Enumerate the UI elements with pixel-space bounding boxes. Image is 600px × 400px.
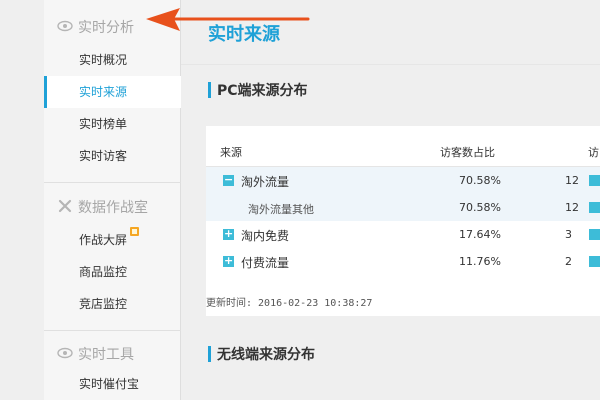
row-visitor-share: 70.58% [459, 174, 501, 187]
sidebar-group-title: 实时分析 [78, 20, 134, 36]
sidebar: 实时分析 实时概况 实时来源 实时榜单 实时访客 数据作战室 作战大屏 商品监控… [0, 0, 181, 400]
sidebar-item-label: 作战大屏 [79, 233, 128, 247]
row-share-bar [589, 256, 600, 267]
sidebar-group-title: 实时工具 [78, 347, 134, 363]
title-divider [181, 64, 600, 65]
row-visitor-count: 12 [565, 174, 579, 187]
page-title: 实时来源 [208, 24, 280, 45]
sidebar-divider [44, 330, 181, 331]
wireless-section-title: 无线端来源分布 [217, 347, 315, 363]
sidebar-divider [44, 182, 181, 183]
sidebar-item-competitor-monitor[interactable]: 竞店监控 [44, 288, 181, 320]
row-share-bar [589, 202, 600, 213]
sidebar-group-realtime-tools[interactable]: 实时工具 [0, 339, 181, 367]
sidebar-item-realtime-ranking[interactable]: 实时榜单 [44, 108, 181, 140]
expand-icon[interactable]: + [223, 228, 234, 240]
pc-source-table: 来源 访客数占比 访 − 淘外流量 70.58% 12 淘外流量其他 70.58… [206, 126, 600, 316]
expand-icon[interactable]: + [223, 255, 234, 267]
eye-icon [57, 20, 73, 32]
row-visitor-share: 70.58% [459, 201, 501, 214]
update-time: 更新时间: 2016-02-23 10:38:27 [206, 298, 373, 309]
table-row[interactable]: 淘外流量其他 70.58% 12 [206, 194, 600, 221]
sidebar-group-war-room[interactable]: 数据作战室 [0, 192, 181, 220]
section-marker [208, 82, 211, 98]
eye-icon [57, 347, 73, 359]
row-source-name: 淘外流量其他 [248, 203, 314, 216]
sidebar-item-realtime-overview[interactable]: 实时概况 [44, 44, 181, 76]
row-share-bar [589, 229, 600, 240]
wireless-section-header: 无线端来源分布 [181, 330, 600, 378]
sidebar-item-payment-reminder[interactable]: 实时催付宝 [44, 368, 181, 400]
new-badge-icon [130, 227, 140, 236]
sidebar-item-realtime-source[interactable]: 实时来源 [44, 76, 181, 108]
column-header-source: 来源 [220, 146, 242, 159]
pc-section-header: PC端来源分布 [181, 66, 600, 114]
table-row[interactable]: − 淘外流量 70.58% 12 [206, 167, 600, 194]
row-visitor-count: 3 [565, 228, 572, 241]
table-row[interactable]: + 付费流量 11.76% 2 [206, 248, 600, 275]
section-marker [208, 346, 211, 362]
sidebar-group-realtime-analysis[interactable]: 实时分析 [0, 12, 181, 40]
collapse-icon[interactable]: − [223, 174, 234, 186]
table-row[interactable]: + 淘内免费 17.64% 3 [206, 221, 600, 248]
column-header-visitor-share: 访客数占比 [440, 146, 495, 159]
row-visitor-share: 17.64% [459, 228, 501, 241]
sidebar-group-title: 数据作战室 [78, 200, 148, 216]
row-share-bar [589, 175, 600, 186]
row-source-name: 付费流量 [241, 256, 290, 270]
sidebar-item-product-monitor[interactable]: 商品监控 [44, 256, 181, 288]
sidebar-item-realtime-visitors[interactable]: 实时访客 [44, 140, 181, 172]
row-visitor-share: 11.76% [459, 255, 501, 268]
pc-section-title: PC端来源分布 [217, 83, 308, 99]
row-source-name: 淘内免费 [241, 229, 290, 243]
row-visitor-count: 2 [565, 255, 572, 268]
row-source-name: 淘外流量 [241, 175, 290, 189]
column-header-visitors: 访 [588, 146, 599, 159]
main-content: 实时来源 PC端来源分布 来源 访客数占比 访 − 淘外流量 70.58% 12… [181, 0, 600, 400]
close-icon [58, 199, 72, 213]
sidebar-item-battle-screen[interactable]: 作战大屏 [44, 224, 181, 256]
row-visitor-count: 12 [565, 201, 579, 214]
